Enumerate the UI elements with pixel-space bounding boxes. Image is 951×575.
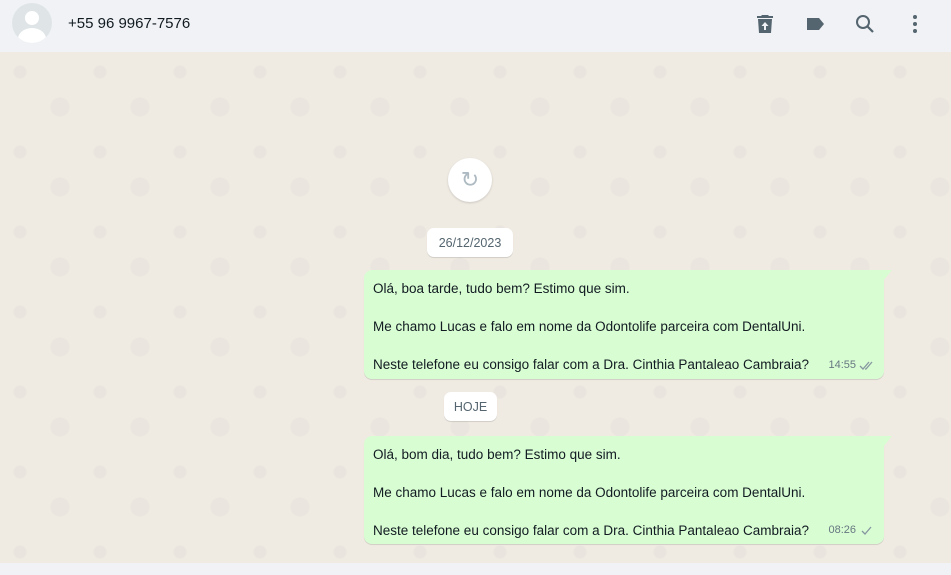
message-meta: 14:55 [828, 356, 875, 375]
message-line [373, 502, 875, 521]
chat-header: +55 96 9967-7576 [0, 0, 951, 52]
contact-name[interactable]: +55 96 9967-7576 [68, 15, 190, 32]
avatar[interactable] [12, 3, 52, 43]
message-time: 08:26 [828, 524, 856, 536]
date-chip: HOJE [444, 392, 497, 421]
footer-bar [0, 563, 951, 575]
single-check-icon [861, 526, 872, 535]
delete-icon[interactable] [753, 12, 777, 36]
refresh-icon[interactable]: ↻ [448, 158, 492, 202]
message-line: Neste telefone eu consigo falar com a Dr… [373, 357, 809, 372]
message-line: Olá, boa tarde, tudo bem? Estimo que sim… [373, 281, 630, 296]
search-icon[interactable] [853, 12, 877, 36]
message-line [373, 464, 875, 483]
label-icon[interactable] [803, 12, 827, 36]
double-check-icon [859, 361, 873, 370]
menu-icon[interactable] [903, 12, 927, 36]
message-meta: 08:26 [828, 521, 875, 540]
message-line: Neste telefone eu consigo falar com a Dr… [373, 523, 809, 538]
message-area[interactable]: ↻ 26/12/2023 Olá, boa tarde, tudo bem? E… [0, 52, 951, 563]
message-line: Me chamo Lucas e falo em nome da Odontol… [373, 485, 806, 500]
message-line: Olá, bom dia, tudo bem? Estimo que sim. [373, 447, 621, 462]
message-line: Me chamo Lucas e falo em nome da Odontol… [373, 319, 806, 334]
date-chip: 26/12/2023 [427, 228, 513, 257]
message-line [373, 336, 875, 355]
message-bubble[interactable]: Olá, boa tarde, tudo bem? Estimo que sim… [364, 270, 892, 379]
message-bubble[interactable]: Olá, bom dia, tudo bem? Estimo que sim. … [364, 436, 892, 544]
message-line [373, 298, 875, 317]
message-time: 14:55 [828, 359, 856, 371]
